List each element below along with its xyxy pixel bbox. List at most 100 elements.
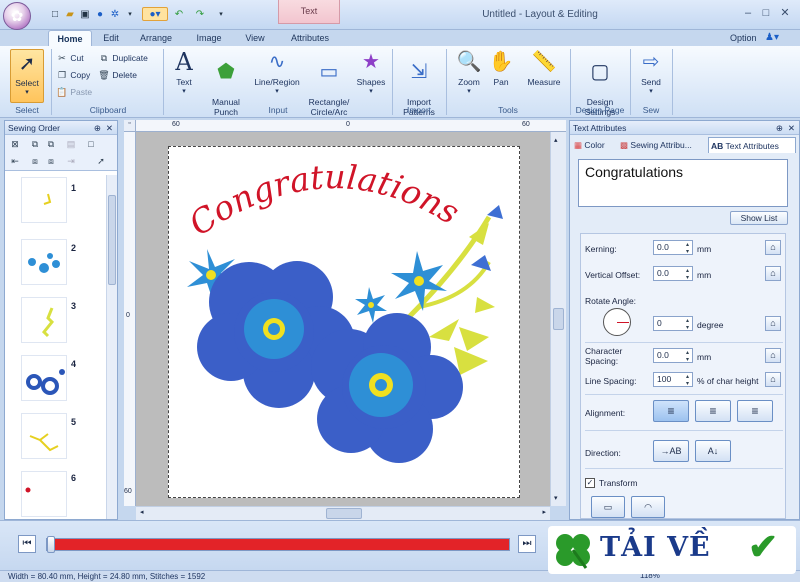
embroidery-design: Congratulations: [182, 157, 503, 463]
duplicate-button[interactable]: ⧉ Duplicate: [98, 51, 148, 65]
panel-close-icon[interactable]: ✕: [788, 121, 795, 135]
copy-button[interactable]: ❐ Copy: [56, 68, 90, 82]
kerning-stepper[interactable]: 0.0: [653, 240, 693, 255]
align-right-button[interactable]: ≡: [737, 400, 773, 422]
checkmark-icon: ✔: [748, 526, 779, 567]
list-item[interactable]: [21, 471, 67, 517]
help-icon[interactable]: ♟▾: [765, 32, 779, 43]
redo-icon[interactable]: ↷: [193, 7, 207, 21]
character-spacing-house-icon[interactable]: ⌂: [765, 348, 781, 363]
shapes-button[interactable]: ★ Shapes ▾: [354, 49, 388, 97]
canvas-vertical-scrollbar[interactable]: ▴ ▾: [550, 132, 566, 506]
pan-button[interactable]: ✋ Pan: [486, 49, 516, 87]
save-icon[interactable]: ▣: [78, 7, 92, 21]
settings-icon[interactable]: ✲: [108, 7, 122, 21]
character-spacing-stepper[interactable]: 0.0: [653, 348, 693, 363]
ungroup-icon[interactable]: ⧈: [45, 155, 57, 167]
scroll-right-icon[interactable]: ▸: [542, 508, 546, 516]
color-tool-icon[interactable]: ●▾: [142, 7, 168, 21]
send-button[interactable]: ⇨ Send ▾: [634, 49, 668, 97]
tab-view[interactable]: View: [238, 30, 272, 46]
vertical-offset-stepper[interactable]: 0.0: [653, 266, 693, 281]
qat-customize-icon[interactable]: ▾: [214, 7, 228, 21]
align-left-button[interactable]: ≡: [653, 400, 689, 422]
skip-end-icon[interactable]: ⏭: [518, 535, 536, 553]
transform-shape-button-1[interactable]: ▭: [591, 496, 625, 518]
order-number: 3: [71, 301, 77, 311]
direction-vertical-button[interactable]: A↓: [695, 440, 731, 462]
transform-shape-button-2[interactable]: ◠: [631, 496, 665, 518]
layer-up-icon[interactable]: ⧉: [29, 138, 41, 150]
tab-arrange[interactable]: Arrange: [134, 30, 178, 46]
vertical-offset-house-icon[interactable]: ⌂: [765, 266, 781, 281]
text-button[interactable]: A Text ▾: [168, 49, 200, 97]
list-item[interactable]: [21, 413, 67, 459]
direction-horizontal-button[interactable]: →AB: [653, 440, 689, 462]
group-icon[interactable]: ⧈: [29, 155, 41, 167]
layer-down-icon[interactable]: ⧉: [45, 138, 57, 150]
tab-text-attributes[interactable]: AB Text Attributes: [708, 137, 796, 153]
list-item[interactable]: [21, 297, 67, 343]
select-button[interactable]: ➚ Select ▾: [10, 49, 44, 103]
rotate-angle-house-icon[interactable]: ⌂: [765, 316, 781, 331]
new-icon[interactable]: □: [48, 7, 62, 21]
tab-home[interactable]: Home: [48, 30, 92, 46]
sew-icon[interactable]: ●: [93, 7, 107, 21]
minimize-icon[interactable]: –: [740, 6, 756, 20]
design-page[interactable]: Congratulations: [168, 146, 520, 498]
cursor-icon[interactable]: ➚: [95, 155, 107, 167]
scroll-up-icon[interactable]: ▴: [554, 136, 558, 144]
fit-view-icon[interactable]: ⊠: [9, 138, 21, 150]
scroll-thumb[interactable]: [553, 308, 564, 330]
merge-icon[interactable]: ▤: [65, 138, 77, 150]
zoom-button[interactable]: 🔍 Zoom ▾: [452, 49, 486, 97]
order-first-icon[interactable]: ⇤: [9, 155, 21, 167]
separator: [630, 49, 631, 115]
scroll-left-icon[interactable]: ◂: [140, 508, 144, 516]
rotate-dial[interactable]: [603, 308, 631, 336]
stitch-progress-slider[interactable]: [46, 536, 510, 553]
canvas-horizontal-scrollbar[interactable]: ◂ ▸: [136, 506, 550, 520]
delete-button[interactable]: 🗑 Delete: [98, 68, 137, 82]
cut-button[interactable]: ✂ Cut: [56, 51, 83, 65]
undo-icon[interactable]: ↶: [172, 7, 186, 21]
close-icon[interactable]: ✕: [777, 6, 793, 20]
text-input[interactable]: Congratulations: [578, 159, 788, 207]
list-item[interactable]: [21, 239, 67, 285]
scroll-down-icon[interactable]: ▾: [554, 494, 558, 502]
tab-attributes[interactable]: Attributes: [282, 30, 338, 46]
show-list-button[interactable]: Show List: [730, 211, 788, 225]
tab-color[interactable]: ▦ Color: [574, 137, 618, 153]
align-center-button[interactable]: ≡: [695, 400, 731, 422]
paste-button[interactable]: 📋 Paste: [56, 85, 92, 99]
measure-button[interactable]: 📏 Measure: [522, 49, 566, 87]
separator: [585, 394, 783, 395]
maximize-icon[interactable]: □: [758, 6, 774, 20]
tab-image[interactable]: Image: [190, 30, 228, 46]
transform-checkbox[interactable]: ✓: [585, 478, 595, 488]
app-menu-button[interactable]: ✿: [3, 2, 31, 30]
dropdown-icon[interactable]: ▾: [123, 7, 137, 21]
sewing-order-scrollbar[interactable]: [106, 175, 117, 519]
list-item[interactable]: [21, 177, 67, 223]
panel-close-icon[interactable]: ✕: [106, 121, 113, 135]
line-spacing-house-icon[interactable]: ⌂: [765, 372, 781, 387]
group-label-import: Import: [406, 105, 432, 115]
pin-icon[interactable]: ⊕: [94, 121, 101, 135]
line-spacing-stepper[interactable]: 100: [653, 372, 693, 387]
frame-icon[interactable]: □: [85, 138, 97, 150]
progress-knob[interactable]: [47, 536, 55, 553]
tab-sewing-attributes[interactable]: ▩ Sewing Attribu...: [620, 137, 706, 153]
rotate-angle-stepper[interactable]: 0: [653, 316, 693, 331]
line-region-button[interactable]: ∿ Line/Region ▾: [250, 49, 304, 97]
scroll-thumb[interactable]: [326, 508, 362, 519]
kerning-house-icon[interactable]: ⌂: [765, 240, 781, 255]
tab-edit[interactable]: Edit: [96, 30, 126, 46]
option-menu[interactable]: Option: [730, 30, 757, 46]
scroll-thumb[interactable]: [108, 195, 116, 285]
list-item[interactable]: [21, 355, 67, 401]
open-icon[interactable]: ▰: [63, 7, 77, 21]
pin-icon[interactable]: ⊕: [776, 121, 783, 135]
skip-start-icon[interactable]: ⏮: [18, 535, 36, 553]
order-last-icon[interactable]: ⇥: [65, 155, 77, 167]
